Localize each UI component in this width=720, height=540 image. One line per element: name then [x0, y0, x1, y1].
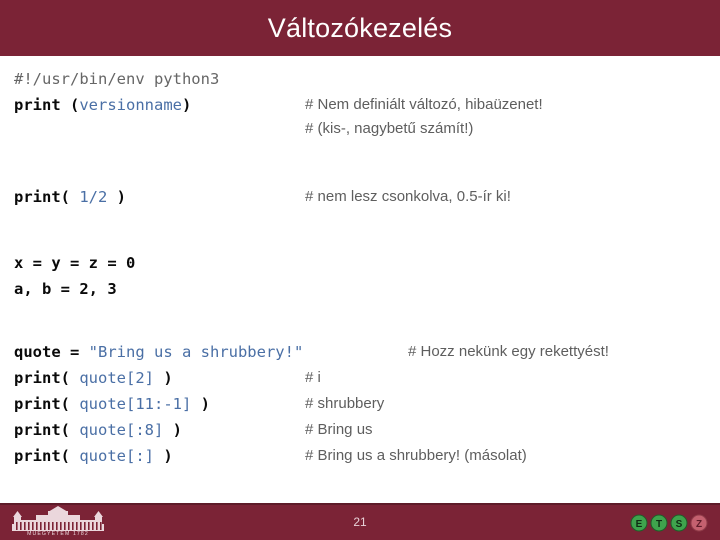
- code-token: "Bring us a shrubbery!": [88, 343, 304, 361]
- code-line: print( quote[:8] ): [14, 417, 182, 443]
- code-token: ): [163, 421, 182, 439]
- code-line: print( 1/2 ): [14, 184, 126, 210]
- code-line: print (versionname): [14, 92, 191, 118]
- code-token: 1/2: [79, 188, 108, 206]
- partner-badges-icon: E T S Z: [628, 512, 714, 534]
- code-token: versionname: [79, 96, 182, 114]
- code-comment: # Hozz nekünk egy rekettyést!: [408, 343, 609, 360]
- code-comment: # nem lesz csonkolva, 0.5-ír ki!: [305, 188, 511, 205]
- code-token: a, b = 2, 3: [14, 280, 117, 298]
- code-token: quote[11:-1]: [79, 395, 192, 413]
- code-comment: # i: [305, 369, 321, 386]
- code-token: quote: [14, 343, 61, 361]
- code-line: print( quote[2] ): [14, 365, 173, 391]
- code-line: print( quote[11:-1] ): [14, 391, 210, 417]
- code-comment: # shrubbery: [305, 395, 385, 412]
- code-token: print(: [14, 421, 80, 439]
- page-title: Változókezelés: [267, 13, 453, 43]
- code-token: ): [182, 96, 192, 114]
- svg-text:T: T: [656, 519, 662, 530]
- code-token: x = y = z = 0: [14, 254, 136, 272]
- code-line: print( quote[:] ): [14, 443, 173, 469]
- code-token: print(: [14, 188, 80, 206]
- code-comment: # Bring us a shrubbery! (másolat): [305, 447, 527, 464]
- code-token: print: [14, 96, 70, 114]
- code-token: print(: [14, 395, 80, 413]
- code-token: =: [60, 343, 89, 361]
- code-token: (: [70, 96, 80, 114]
- code-line: x = y = z = 0: [14, 250, 135, 276]
- code-token: ): [153, 447, 173, 465]
- code-comment: # Nem definiált változó, hibaüzenet!: [305, 96, 543, 113]
- code-comment: # Bring us: [305, 421, 373, 438]
- code-token: #!/usr/bin/env python3: [14, 70, 220, 88]
- svg-text:E: E: [636, 519, 643, 530]
- code-comment: # (kis-, nagybetű számít!): [305, 120, 474, 137]
- code-block: #!/usr/bin/env python3 print (versionname…: [0, 56, 720, 498]
- code-token: print(: [14, 447, 80, 465]
- code-token: quote[:8]: [79, 421, 164, 439]
- code-token: ): [153, 369, 173, 387]
- code-token: quote[:]: [79, 447, 154, 465]
- code-token: print(: [14, 369, 80, 387]
- university-logo-icon: MŰEGYETEM 1782: [10, 506, 106, 536]
- page-number: 21: [353, 515, 367, 529]
- code-token: ): [191, 395, 210, 413]
- slide: Változókezelés #!/usr/bin/env python3 pri…: [0, 0, 720, 540]
- code-line: #!/usr/bin/env python3: [14, 66, 219, 92]
- code-line: quote = "Bring us a shrubbery!": [14, 339, 303, 365]
- svg-text:MŰEGYETEM 1782: MŰEGYETEM 1782: [27, 530, 89, 536]
- svg-text:S: S: [676, 519, 683, 530]
- code-line: a, b = 2, 3: [14, 276, 117, 302]
- svg-text:Z: Z: [696, 519, 702, 530]
- code-token: ): [107, 188, 126, 206]
- code-token: quote[2]: [79, 369, 154, 387]
